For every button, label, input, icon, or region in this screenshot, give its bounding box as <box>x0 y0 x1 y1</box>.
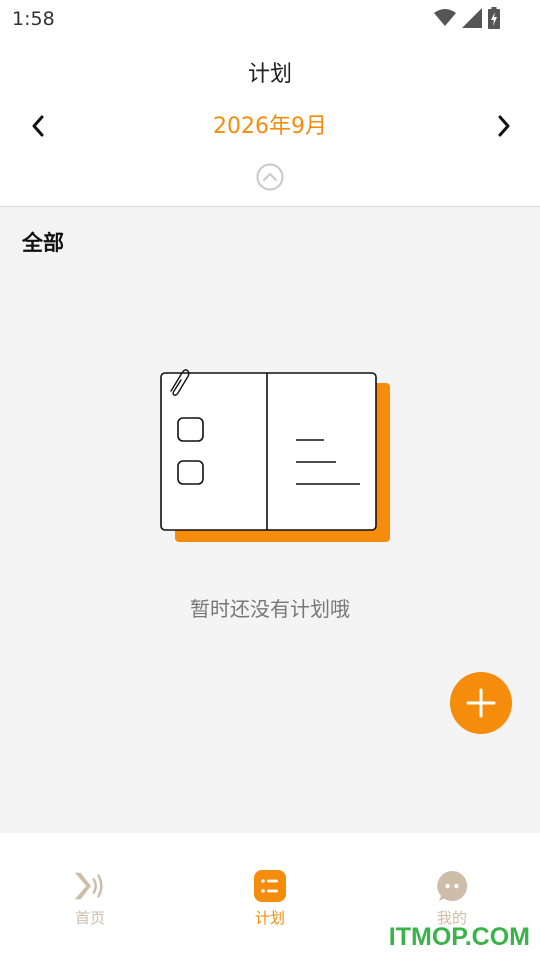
chevron-up-circle-icon <box>256 163 284 191</box>
chevron-right-icon <box>498 115 510 137</box>
page-title: 计划 <box>247 62 292 87</box>
signal-icon <box>462 8 482 32</box>
empty-state-message: 暂时还没有计划哦 <box>190 597 350 621</box>
status-icons <box>434 7 500 33</box>
tab-home[interactable]: 首页 <box>30 869 150 933</box>
plus-icon <box>466 688 496 718</box>
add-plan-button[interactable] <box>450 672 512 734</box>
tab-plan-label: 计划 <box>254 909 285 927</box>
status-bar: 1:58 <box>0 0 540 38</box>
tab-home-label: 首页 <box>74 909 105 927</box>
notebook-illustration <box>155 369 395 549</box>
plan-list-area: 全部 暂时还没有计划哦 <box>0 207 540 833</box>
tab-plan[interactable]: 计划 <box>210 869 330 933</box>
wifi-icon <box>434 9 456 31</box>
list-icon <box>253 869 287 903</box>
month-navigator: 2026年9月 <box>0 106 540 142</box>
collapse-calendar-button[interactable] <box>256 163 284 191</box>
filter-all-label[interactable]: 全部 <box>22 227 64 257</box>
next-month-button[interactable] <box>486 108 522 144</box>
watermark: ITMOP.COM <box>388 923 530 951</box>
battery-icon <box>488 7 500 33</box>
broadcast-icon <box>73 869 107 903</box>
chat-face-icon <box>435 869 469 903</box>
bottom-navigation: 首页 计划 我的 ITMOP.COM <box>0 833 540 960</box>
status-time: 1:58 <box>12 8 55 30</box>
current-month-label[interactable]: 2026年9月 <box>0 108 540 140</box>
